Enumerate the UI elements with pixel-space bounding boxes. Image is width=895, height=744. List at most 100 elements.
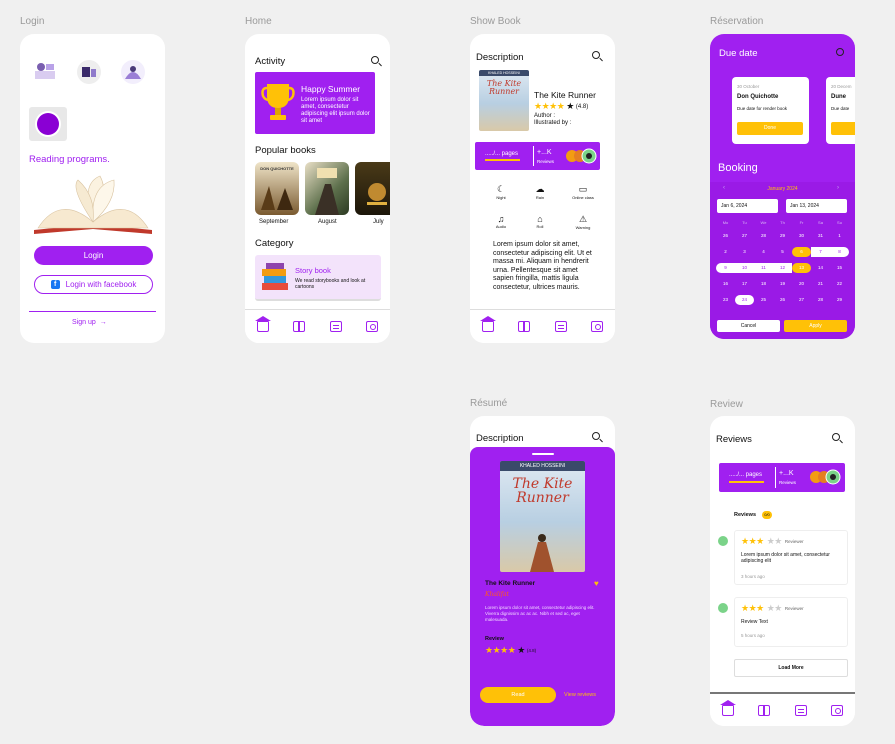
calendar-day[interactable]: 30 <box>792 231 811 241</box>
chat-icon[interactable] <box>794 704 807 716</box>
calendar-day[interactable]: 28 <box>754 231 773 241</box>
review-label: Review <box>485 636 504 642</box>
stats-bar: ...../... pages +...K Reviews <box>719 463 845 492</box>
profile-icon[interactable] <box>590 321 603 332</box>
apply-button[interactable]: Apply <box>784 320 847 332</box>
calendar-day[interactable]: 11 <box>754 263 773 273</box>
view-reviews-link[interactable]: View reviews <box>564 692 596 698</box>
calendar-day[interactable]: 1 <box>830 231 849 241</box>
done-button[interactable] <box>831 122 855 135</box>
calendar-day[interactable]: 7 <box>811 247 830 257</box>
reviewer-name: Reviewer <box>784 606 804 611</box>
book-icon[interactable] <box>518 321 531 332</box>
search-icon[interactable] <box>592 51 600 59</box>
due-card[interactable]: 20 Decem Dune Due date <box>826 77 855 144</box>
calendar-day[interactable]: 21 <box>811 279 830 289</box>
calendar-day[interactable]: 27 <box>735 231 754 241</box>
illustrated-label: Illustrated by : <box>534 120 572 126</box>
calendar-day[interactable]: 19 <box>773 279 792 289</box>
chat-icon[interactable] <box>329 321 342 332</box>
reviews-label: Reviews <box>537 159 555 164</box>
facebook-login-button[interactable]: f Login with facebook <box>34 275 153 294</box>
calendar-week-row: 16 17 18 19 20 21 22 <box>716 279 849 289</box>
signup-link[interactable]: Sign up → <box>72 319 107 326</box>
search-icon[interactable] <box>836 48 844 56</box>
book-cover-september[interactable]: DON QUICHOTTE <box>255 162 299 215</box>
from-date-input[interactable]: Jan 6, 2024 <box>717 199 778 213</box>
calendar-day[interactable]: 4 <box>754 247 773 257</box>
audio-icon: ♫ <box>497 214 505 224</box>
calendar-day[interactable]: 8 <box>830 247 849 257</box>
book-month-august: August <box>318 219 337 225</box>
drag-handle[interactable] <box>532 453 554 455</box>
calendar-day[interactable]: 31 <box>811 231 830 241</box>
rating: ★★★★ ★ (4.8) <box>534 101 588 112</box>
calendar-day[interactable]: 24 <box>735 295 754 305</box>
calendar-day[interactable]: 10 <box>735 263 754 273</box>
book-cover-august[interactable] <box>305 162 349 215</box>
calendar-day[interactable]: 9 <box>716 263 735 273</box>
search-icon[interactable] <box>371 56 379 64</box>
book-title: The Kite Runner <box>485 580 536 587</box>
search-icon[interactable] <box>592 432 600 440</box>
book-icon[interactable] <box>293 321 306 332</box>
progress-bar <box>485 159 520 161</box>
calendar-day[interactable]: 5 <box>773 247 792 257</box>
profile-icon[interactable] <box>830 704 843 716</box>
due-card[interactable]: 30 October Don Quichotte Due date for re… <box>732 77 809 144</box>
load-more-button[interactable]: Load More <box>734 659 848 677</box>
review-time: 3 hours ago <box>741 574 765 579</box>
home-icon[interactable] <box>480 316 497 332</box>
book-cover-july[interactable] <box>355 162 390 215</box>
calendar-day[interactable]: 16 <box>716 279 735 289</box>
next-month-icon[interactable]: › <box>837 185 839 191</box>
calendar-day[interactable]: 3 <box>735 247 754 257</box>
pages-count: ...../... pages <box>729 472 763 478</box>
rating: ★★★ ★★ Reviewer <box>741 603 804 614</box>
due-card-title: Dune <box>831 94 846 100</box>
calendar-day[interactable]: 12 <box>773 263 792 273</box>
to-date-input[interactable]: Jan 13, 2024 <box>786 199 847 213</box>
due-date-title: Due date <box>719 48 758 59</box>
calendar-day[interactable]: 26 <box>716 231 735 241</box>
chat-icon[interactable] <box>554 321 567 332</box>
calendar-day[interactable]: 28 <box>811 295 830 305</box>
profile-icon[interactable] <box>365 321 378 332</box>
calendar-day[interactable]: 22 <box>830 279 849 289</box>
signup-label: Sign up <box>72 319 96 326</box>
home-icon[interactable] <box>720 699 737 716</box>
done-button[interactable]: Done <box>737 122 803 135</box>
label-resume: Résumé <box>470 398 508 409</box>
calendar-day[interactable]: 17 <box>735 279 754 289</box>
rating-value: (4.8) <box>526 648 537 653</box>
month-label: January 2024 <box>767 186 798 192</box>
feature-night: ☾ Night <box>486 184 516 200</box>
calendar-day[interactable]: 25 <box>754 295 773 305</box>
feature-rain: ☁ Rain <box>525 184 555 200</box>
category-card-storybook[interactable]: Story book We read storybooks and look a… <box>255 255 381 301</box>
read-button[interactable]: Read <box>480 687 556 703</box>
search-icon[interactable] <box>832 433 840 441</box>
calendar-day[interactable]: 29 <box>773 231 792 241</box>
heart-icon[interactable]: ♥ <box>594 579 599 588</box>
activity-banner[interactable]: Happy Summer Lorem ipsum dolor sit amet,… <box>255 72 375 134</box>
calendar-day[interactable]: 26 <box>773 295 792 305</box>
avatar <box>717 535 729 547</box>
calendar-day[interactable]: 15 <box>830 263 849 273</box>
calendar-day[interactable]: 14 <box>811 263 830 273</box>
calendar-day[interactable]: 13 <box>792 263 811 273</box>
book-cover: KHALED HOSSEINI The Kite Runner <box>500 461 585 572</box>
star-icon: ★ <box>566 101 574 111</box>
calendar-day[interactable]: 27 <box>792 295 811 305</box>
calendar-day[interactable]: 23 <box>716 295 735 305</box>
calendar-day[interactable]: 6 <box>792 247 811 257</box>
calendar-day[interactable]: 2 <box>716 247 735 257</box>
calendar-day[interactable]: 20 <box>792 279 811 289</box>
login-button[interactable]: Login <box>34 246 153 265</box>
cancel-button[interactable]: Cancel <box>717 320 780 332</box>
arrow-right-icon: → <box>99 319 107 326</box>
book-icon[interactable] <box>758 704 771 716</box>
calendar-day[interactable]: 18 <box>754 279 773 289</box>
home-icon[interactable] <box>255 316 272 332</box>
calendar-day[interactable]: 29 <box>830 295 849 305</box>
